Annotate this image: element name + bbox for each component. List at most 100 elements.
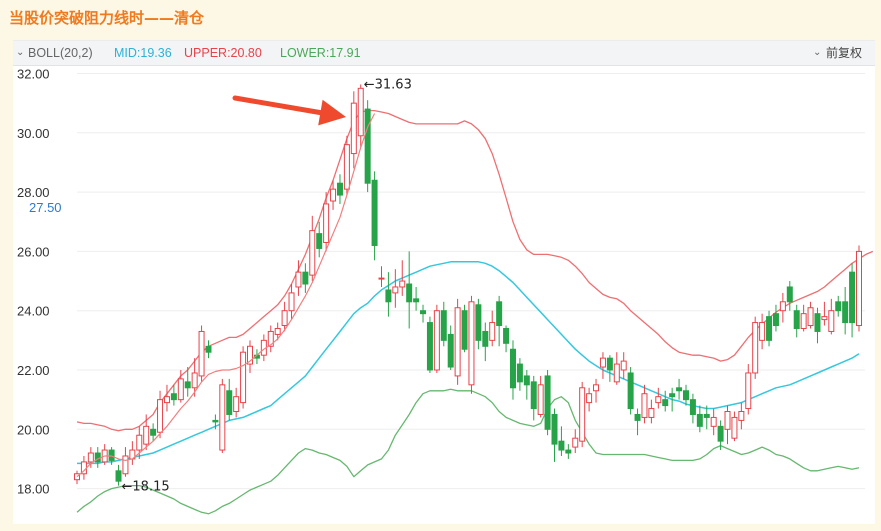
candle-down: [606, 357, 613, 371]
candle-down: [447, 333, 454, 368]
candle-down: [530, 381, 537, 410]
candle-up: [143, 425, 150, 445]
chart-panel: 32.00 30.00 28.00 26.00 24.00 22.00 20.00 18.00…: [13, 40, 875, 524]
candle-up: [233, 396, 240, 413]
candle-down: [316, 233, 323, 249]
candle-up: [745, 372, 752, 410]
candle-up: [343, 144, 350, 190]
candle-up: [357, 87, 364, 137]
y-tick-label: 20.00: [17, 422, 50, 437]
candle-up: [537, 384, 544, 415]
candle-down: [371, 179, 378, 246]
y-tick-label: 28.00: [17, 185, 50, 200]
candle-up: [655, 396, 662, 404]
candle-down: [496, 301, 503, 327]
candle-up: [136, 434, 143, 451]
candle-down: [835, 301, 842, 312]
candle-down: [516, 363, 523, 383]
candle-down: [627, 372, 634, 410]
candle-down: [420, 310, 427, 315]
candle-up: [593, 384, 600, 392]
chevron-down-icon[interactable]: ⌄: [16, 41, 24, 65]
candle-down: [440, 310, 447, 341]
candle-up: [648, 408, 655, 418]
candle-up: [433, 310, 440, 371]
candle-down: [226, 390, 233, 415]
y-tick-label: 32.00: [17, 67, 50, 82]
candle-up: [613, 363, 620, 383]
candle-up: [779, 301, 786, 312]
candle-up: [157, 399, 164, 433]
indicator-name[interactable]: BOLL(20,2): [28, 41, 93, 65]
candle-up: [800, 313, 807, 329]
candle-down: [364, 108, 371, 184]
candle-up: [295, 271, 302, 288]
adjust-selector[interactable]: 前复权: [826, 41, 862, 65]
candle-up: [163, 396, 170, 404]
candle-down: [676, 387, 683, 392]
candle-down: [212, 419, 219, 423]
candle-down: [544, 375, 551, 430]
y-tick-label: 26.00: [17, 244, 50, 259]
candle-up: [454, 307, 461, 377]
candle-down: [669, 393, 676, 398]
candle-up: [350, 102, 357, 155]
candle-up: [198, 330, 205, 377]
indicator-legend-bar: ⌄ BOLL(20,2) MID:19.36 UPPER:20.80 LOWER…: [13, 41, 875, 66]
candle-down: [551, 413, 558, 445]
candle-up: [87, 452, 94, 463]
candle-up: [828, 310, 835, 332]
candle-down: [461, 310, 468, 350]
candle-down: [509, 348, 516, 389]
candle-down: [849, 271, 856, 324]
indicator-mid-value: MID:19.36: [114, 46, 172, 60]
candle-up: [274, 327, 281, 335]
candle-down: [503, 327, 510, 344]
candle-up: [821, 316, 828, 321]
candle-up: [620, 360, 627, 371]
candle-down: [565, 449, 572, 454]
candle-up: [710, 416, 717, 427]
candle-down: [108, 449, 115, 461]
candle-down: [150, 428, 157, 436]
candle-down: [302, 271, 309, 285]
candle-down: [634, 413, 641, 421]
candle-down: [772, 313, 779, 327]
candle-up: [122, 455, 129, 475]
candle-up: [288, 292, 295, 312]
candle-up: [309, 230, 316, 276]
crosshair-tick-label: 27.50: [29, 200, 62, 215]
candle-down: [336, 182, 343, 196]
indicator-upper-value: UPPER:20.80: [184, 46, 262, 60]
candle-down: [662, 399, 669, 407]
candle-down: [426, 322, 433, 371]
candle-up: [759, 322, 766, 341]
candle-down: [184, 381, 191, 389]
candle-down: [205, 345, 212, 353]
y-tick-label: 22.00: [17, 363, 50, 378]
candle-up: [856, 250, 862, 327]
candle-up: [641, 393, 648, 418]
candle-up: [281, 310, 288, 327]
candle-up: [731, 416, 738, 439]
candle-down: [842, 301, 849, 324]
candle-up: [219, 384, 226, 451]
candle-down: [523, 375, 530, 386]
arrow-icon: [232, 95, 323, 116]
candle-up: [599, 357, 606, 368]
candle-up: [724, 411, 731, 430]
candlestick-chart[interactable]: 32.00 30.00 28.00 26.00 24.00 22.00 20.00 18.00…: [13, 41, 875, 524]
candle-up: [392, 286, 399, 294]
candle-down: [814, 313, 821, 332]
adjust-chevron-down-icon[interactable]: ⌄: [813, 41, 821, 65]
candle-down: [786, 286, 793, 303]
candle-up: [579, 387, 586, 442]
high-price-annotation: ←31.63: [364, 77, 412, 92]
candle-down: [115, 470, 122, 482]
candle-down: [558, 440, 565, 451]
candle-up: [323, 203, 330, 244]
candle-down: [482, 330, 489, 347]
candle-up: [399, 280, 406, 288]
candle-down: [703, 413, 710, 418]
low-price-annotation: ←18.15: [122, 480, 170, 495]
